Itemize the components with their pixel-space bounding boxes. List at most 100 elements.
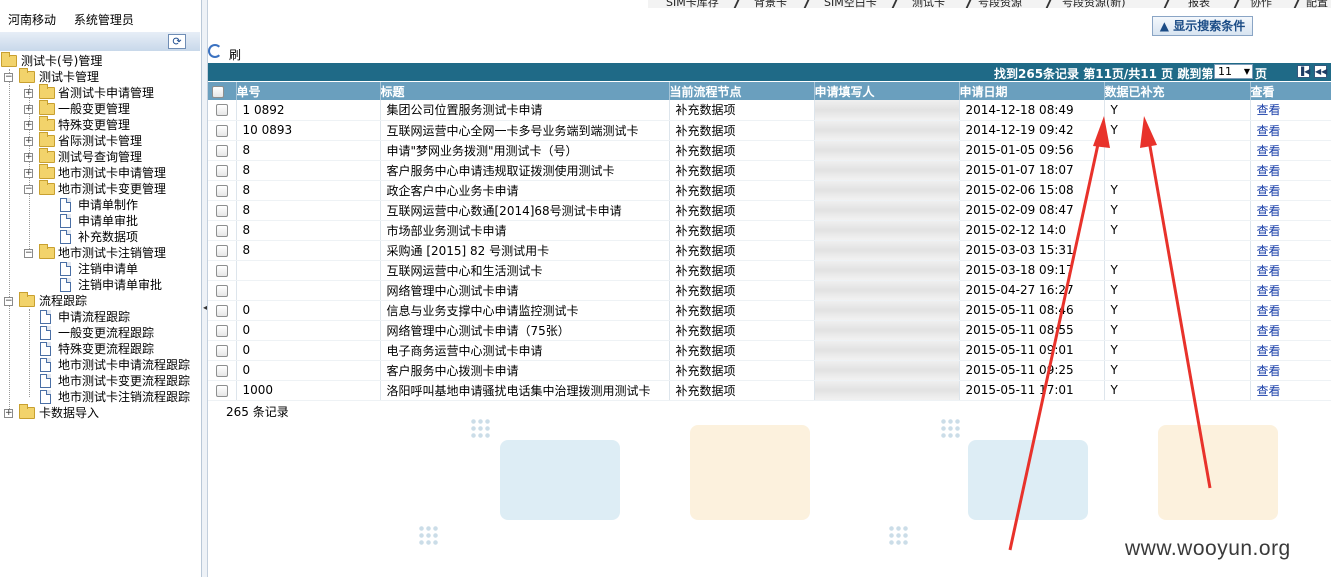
row-checkbox[interactable] xyxy=(215,244,228,257)
page-select[interactable]: 11 xyxy=(1214,64,1253,79)
column-header[interactable]: 申请日期 xyxy=(959,82,1105,100)
view-link[interactable]: 查看 xyxy=(1257,124,1281,138)
row-checkbox[interactable] xyxy=(215,264,228,277)
table-row[interactable]: 8 申请"梦网业务拨测"用测试卡（号） 补充数据项 2015-01-05 09:56 查… xyxy=(208,140,1331,161)
tree-node-form-make[interactable]: 申请单制作 xyxy=(0,197,202,213)
view-link[interactable]: 查看 xyxy=(1257,344,1281,358)
tree-node-testcard-mgmt[interactable]: − 测试卡管理 xyxy=(0,68,202,85)
tree-node-special-change[interactable]: + 特殊变更管理 xyxy=(0,116,202,133)
table-row[interactable]: 1000 洛阳呼叫基地申请骚扰电话集中治理拨测用测试卡 补充数据项 2015-05-1… xyxy=(208,380,1331,401)
table-row[interactable]: 0 客户服务中心拨测卡申请 补充数据项 2015-05-11 09:25 Y 查看 xyxy=(208,360,1331,381)
tree-node-special-flow[interactable]: 特殊变更流程跟踪 xyxy=(0,341,202,357)
tree-node-general-flow[interactable]: 一般变更流程跟踪 xyxy=(0,325,202,341)
nav-tab[interactable]: 测试卡 xyxy=(912,0,945,8)
tree-node-intl-card[interactable]: + 省际测试卡管理 xyxy=(0,132,202,149)
select-all-checkbox[interactable] xyxy=(212,85,224,98)
collapse-icon[interactable]: − xyxy=(24,249,33,258)
row-checkbox[interactable] xyxy=(215,284,228,297)
table-row[interactable]: 8 市场部业务测试卡申请 补充数据项 2015-02-12 14:0 Y 查看 xyxy=(208,220,1331,241)
table-row[interactable]: 8 客户服务中心申请违规取证拨测使用测试卡 补充数据项 2015-01-07 18:0… xyxy=(208,160,1331,181)
expand-icon[interactable]: + xyxy=(24,89,33,98)
first-page-icon[interactable]: ▐◀ xyxy=(1297,65,1310,78)
row-checkbox[interactable] xyxy=(215,304,228,317)
row-checkbox[interactable] xyxy=(215,324,228,337)
expand-icon[interactable]: + xyxy=(4,409,13,418)
column-header[interactable]: 单号 xyxy=(236,82,381,100)
view-link[interactable]: 查看 xyxy=(1257,204,1281,218)
view-link[interactable]: 查看 xyxy=(1257,103,1281,117)
view-link[interactable]: 查看 xyxy=(1257,224,1281,238)
refresh-icon[interactable]: ⟳ xyxy=(168,34,186,49)
column-header[interactable]: 标题 xyxy=(380,82,670,100)
row-checkbox[interactable] xyxy=(215,344,228,357)
tree-node-number-query[interactable]: + 测试号查询管理 xyxy=(0,148,202,165)
tree-node-cancel-review[interactable]: 注销申请单审批 xyxy=(0,277,202,293)
collapse-icon[interactable]: − xyxy=(4,297,13,306)
column-header[interactable]: 申请填写人 xyxy=(814,82,960,100)
tree-node-city-apply-flow[interactable]: 地市测试卡申请流程跟踪 xyxy=(0,357,202,373)
row-checkbox[interactable] xyxy=(215,104,228,117)
table-row[interactable]: 互联网运营中心和生活测试卡 补充数据项 2015-03-18 09:17 Y 查看 xyxy=(208,260,1331,281)
collapse-arrow-icon[interactable]: ◂ xyxy=(203,303,207,312)
collapse-icon[interactable]: − xyxy=(24,185,33,194)
tree-node-cancel-form[interactable]: 注销申请单 xyxy=(0,261,202,277)
nav-tab[interactable]: 背景卡 xyxy=(754,0,787,8)
expand-icon[interactable]: + xyxy=(24,121,33,130)
view-link[interactable]: 查看 xyxy=(1257,264,1281,278)
tree-node-root[interactable]: 测试卡(号)管理 xyxy=(0,52,202,69)
expand-icon[interactable]: + xyxy=(24,169,33,178)
nav-tab[interactable]: SIM空白卡 xyxy=(824,0,877,8)
nav-tab[interactable]: 报表 xyxy=(1188,0,1210,8)
view-link[interactable]: 查看 xyxy=(1257,304,1281,318)
table-row[interactable]: 8 互联网运营中心数通[2014]68号测试卡申请 补充数据项 2015-02-09 … xyxy=(208,200,1331,221)
view-link[interactable]: 查看 xyxy=(1257,244,1281,258)
expand-icon[interactable]: + xyxy=(24,105,33,114)
column-header[interactable]: 查看 xyxy=(1250,82,1331,100)
prev-page-icon[interactable]: ◀◀ xyxy=(1314,65,1327,78)
tree-node-city-change-flow[interactable]: 地市测试卡变更流程跟踪 xyxy=(0,373,202,389)
view-link[interactable]: 查看 xyxy=(1257,164,1281,178)
show-search-button[interactable]: ▲ 显示搜索条件 xyxy=(1152,16,1253,36)
tree-node-city-change[interactable]: − 地市测试卡变更管理 xyxy=(0,180,202,197)
tree-node-general-change[interactable]: + 一般变更管理 xyxy=(0,100,202,117)
tree-node-flow-track[interactable]: − 流程跟踪 xyxy=(0,292,202,309)
row-checkbox[interactable] xyxy=(215,144,228,157)
expand-icon[interactable]: + xyxy=(24,153,33,162)
tree-node-prov-apply[interactable]: + 省测试卡申请管理 xyxy=(0,84,202,101)
table-row[interactable]: 8 采购通 [2015] 82 号测试用卡 补充数据项 2015-03-03 15:3… xyxy=(208,240,1331,261)
view-link[interactable]: 查看 xyxy=(1257,144,1281,158)
expand-icon[interactable]: + xyxy=(24,137,33,146)
tree-node-import[interactable]: + 卡数据导入 xyxy=(0,404,202,421)
row-checkbox[interactable] xyxy=(215,164,228,177)
table-row[interactable]: 1 0892 集团公司位置服务测试卡申请 补充数据项 2014-12-18 08:49… xyxy=(208,100,1331,121)
row-checkbox[interactable] xyxy=(215,204,228,217)
row-checkbox[interactable] xyxy=(215,364,228,377)
table-row[interactable]: 8 政企客户中心业务卡申请 补充数据项 2015-02-06 15:08 Y 查看 xyxy=(208,180,1331,201)
row-checkbox[interactable] xyxy=(215,184,228,197)
tree-node-city-cancel-flow[interactable]: 地市测试卡注销流程跟踪 xyxy=(0,389,202,405)
table-row[interactable]: 0 信息与业务支撑中心申请监控测试卡 补充数据项 2015-05-11 08:46 Y 查… xyxy=(208,300,1331,321)
table-row[interactable]: 0 网络管理中心测试卡申请（75张） 补充数据项 2015-05-11 08:55 Y 查… xyxy=(208,320,1331,341)
row-checkbox[interactable] xyxy=(215,384,228,397)
tree-node-apply-flow[interactable]: 申请流程跟踪 xyxy=(0,309,202,325)
nav-tab[interactable]: 协作 xyxy=(1250,0,1272,8)
table-row[interactable]: 10 0893 互联网运营中心全网一卡多号业务端到端测试卡 补充数据项 2014-12… xyxy=(208,120,1331,141)
view-link[interactable]: 查看 xyxy=(1257,384,1281,398)
view-link[interactable]: 查看 xyxy=(1257,324,1281,338)
nav-tab[interactable]: 号段资源(新) xyxy=(1062,0,1126,8)
row-checkbox[interactable] xyxy=(215,224,228,237)
nav-tab[interactable]: 号段资源 xyxy=(978,0,1022,8)
view-link[interactable]: 查看 xyxy=(1257,364,1281,378)
view-link[interactable]: 查看 xyxy=(1257,284,1281,298)
nav-tab[interactable]: 配置 xyxy=(1306,0,1328,8)
table-row[interactable]: 网络管理中心测试卡申请 补充数据项 2015-04-27 16:27 Y 查看 xyxy=(208,280,1331,301)
row-checkbox[interactable] xyxy=(215,124,228,137)
tree-node-city-cancel[interactable]: − 地市测试卡注销管理 xyxy=(0,244,202,261)
collapse-icon[interactable]: − xyxy=(4,73,13,82)
column-header[interactable]: 数据已补充 xyxy=(1104,82,1251,100)
nav-tab[interactable]: SIM卡库存 xyxy=(666,0,719,8)
view-link[interactable]: 查看 xyxy=(1257,184,1281,198)
tree-node-form-review[interactable]: 申请单审批 xyxy=(0,213,202,229)
tree-node-supplement[interactable]: 补充数据项 xyxy=(0,229,202,245)
tree-node-city-apply[interactable]: + 地市测试卡申请管理 xyxy=(0,164,202,181)
